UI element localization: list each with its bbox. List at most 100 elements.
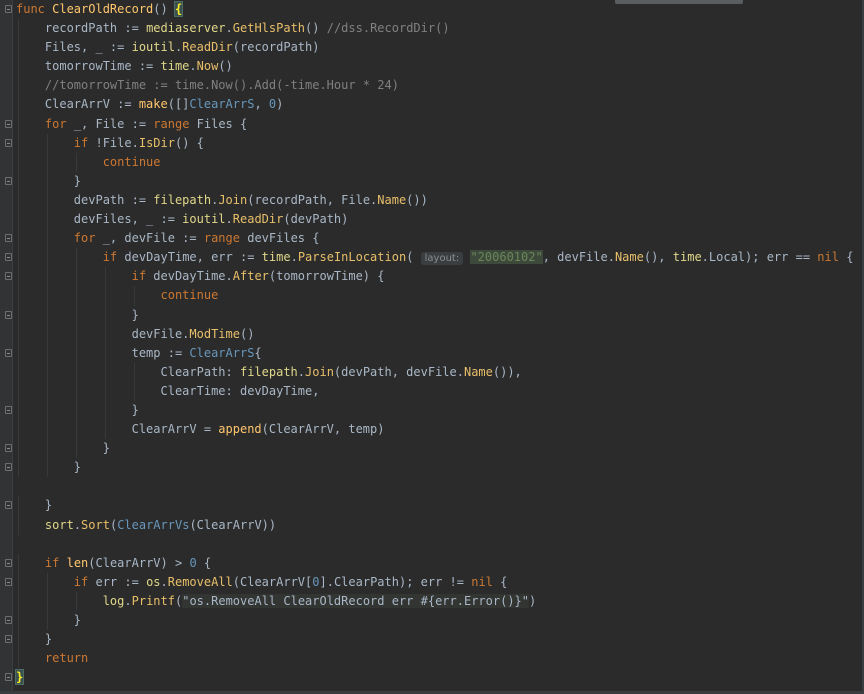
code-line[interactable]: if len(ClearArrV) > 0 {	[5, 553, 860, 573]
code-line[interactable]: if devDayTime, err := time.ParseInLocati…	[5, 248, 860, 268]
indent-guide	[75, 591, 77, 611]
code-area[interactable]: func ClearOldRecord() { recordPath := me…	[5, 0, 860, 687]
fold-marker-icon[interactable]	[5, 310, 12, 319]
code-line[interactable]: }	[5, 400, 860, 421]
code-line[interactable]: devFiles, _ := ioutil.ReadDir(devPath)	[16, 210, 860, 230]
indent-guide	[18, 572, 19, 592]
code-token: _, File :=	[73, 116, 154, 131]
indent-guide	[104, 305, 106, 325]
fold-marker-icon[interactable]	[5, 234, 12, 243]
fold-marker-icon[interactable]	[5, 405, 12, 414]
code-token: Name	[614, 250, 644, 265]
code-token: if	[102, 250, 125, 265]
code-line[interactable]: tomorrowTime := time.Now()	[16, 57, 860, 77]
code-token: (devPath)	[283, 212, 349, 227]
code-token: nil	[471, 574, 493, 589]
code-line[interactable]: ClearPath: filepath.Join(devPath, devFil…	[16, 362, 860, 382]
indent-guide	[18, 591, 19, 611]
code-token: }	[73, 613, 82, 627]
code-line[interactable]: }	[5, 630, 860, 650]
code-token: }	[73, 460, 82, 475]
code-line[interactable]: devFile.ModTime()	[16, 324, 860, 344]
code-token: ReadDir	[232, 212, 284, 227]
indent-guide	[18, 248, 19, 268]
fold-marker-icon[interactable]	[5, 253, 12, 262]
code-line[interactable]: if err := os.RemoveAll(ClearArrV[0].Clea…	[5, 572, 860, 592]
code-token: }	[131, 402, 139, 417]
code-line[interactable]: ClearArrV = append(ClearArrV, temp)	[16, 420, 860, 440]
indent-guide	[46, 210, 48, 230]
indent-guide	[18, 19, 19, 39]
code-token: (devPath, devFile.	[333, 364, 464, 379]
fold-marker-icon[interactable]	[5, 272, 12, 281]
code-line[interactable]: for _, File := range Files {	[5, 114, 860, 134]
code-token: if	[44, 555, 67, 570]
code-token: return	[44, 651, 89, 666]
fold-marker-icon[interactable]	[5, 5, 12, 13]
indent-guide	[46, 362, 48, 382]
code-token: //tomorrowTime := time.Now().Add(-time.H…	[44, 78, 399, 93]
indent-guide	[18, 324, 19, 344]
code-line[interactable]: }	[5, 458, 860, 478]
code-line[interactable]: if !File.IsDir() {	[5, 133, 860, 153]
code-token: (),	[643, 250, 673, 265]
code-token: .	[225, 21, 233, 36]
code-line[interactable]: recordPath := mediaserver.GetHlsPath() /…	[16, 19, 860, 39]
fold-marker-icon[interactable]	[5, 577, 12, 586]
code-line[interactable]: //tomorrowTime := time.Now().Add(-time.H…	[16, 76, 860, 96]
code-token: .	[225, 212, 233, 227]
fold-marker-icon[interactable]	[5, 138, 12, 147]
code-line[interactable]: }	[5, 668, 860, 687]
code-line[interactable]: continue	[16, 286, 860, 306]
code-line[interactable]: }	[5, 496, 860, 516]
code-line[interactable]: if devDayTime.After(tomorrowTime) {	[5, 267, 860, 287]
code-token: }	[102, 441, 110, 456]
code-line[interactable]: }	[5, 439, 860, 459]
code-token: mediaserver	[146, 21, 226, 36]
code-line[interactable]: devPath := filepath.Join(recordPath, Fil…	[16, 190, 860, 211]
code-line[interactable]: for _, devFile := range devFiles {	[5, 229, 860, 249]
code-line[interactable]: ClearTime: devDayTime,	[16, 381, 860, 401]
code-token: continue	[160, 288, 219, 303]
indent-guide	[46, 420, 48, 440]
code-line[interactable]: }	[5, 171, 860, 191]
fold-marker-icon[interactable]	[5, 444, 12, 453]
code-line[interactable]: temp := ClearArrS{	[5, 343, 860, 363]
indent-guide	[18, 171, 19, 191]
code-line[interactable]: ClearArrV := make([]ClearArrS, 0)	[16, 95, 860, 115]
indent-guide	[75, 286, 77, 306]
indent-guide	[18, 152, 19, 172]
code-token: recordPath :=	[44, 21, 147, 36]
code-line[interactable]	[16, 535, 860, 554]
fold-marker-icon[interactable]	[5, 463, 12, 472]
fold-marker-icon[interactable]	[5, 348, 12, 357]
code-line[interactable]: return	[16, 649, 860, 669]
indent-guide	[46, 572, 48, 592]
fold-marker-icon[interactable]	[5, 501, 12, 510]
code-line[interactable]: sort.Sort(ClearArrVs(ClearArrV))	[16, 515, 860, 535]
code-line[interactable]: Files, _ := ioutil.ReadDir(recordPath)	[16, 38, 860, 58]
code-editor[interactable]: func ClearOldRecord() { recordPath := me…	[0, 0, 864, 694]
indent-guide	[18, 229, 19, 249]
fold-marker-icon[interactable]	[5, 635, 12, 644]
code-line[interactable]	[16, 477, 860, 496]
code-line[interactable]: log.Printf("os.RemoveAll ClearOldRecord …	[16, 591, 860, 611]
fold-marker-icon[interactable]	[5, 673, 12, 682]
code-line[interactable]: }	[5, 611, 860, 631]
code-line[interactable]: }	[5, 305, 860, 325]
code-token: time	[672, 250, 702, 265]
code-line[interactable]: func ClearOldRecord() {	[5, 0, 860, 19]
fold-marker-icon[interactable]	[5, 616, 12, 624]
indent-guide	[18, 57, 19, 77]
code-line[interactable]: continue	[16, 152, 860, 172]
fold-marker-icon[interactable]	[5, 176, 12, 185]
fold-marker-icon[interactable]	[5, 558, 12, 567]
fold-marker-icon[interactable]	[5, 119, 12, 128]
indent-guide	[18, 420, 19, 440]
